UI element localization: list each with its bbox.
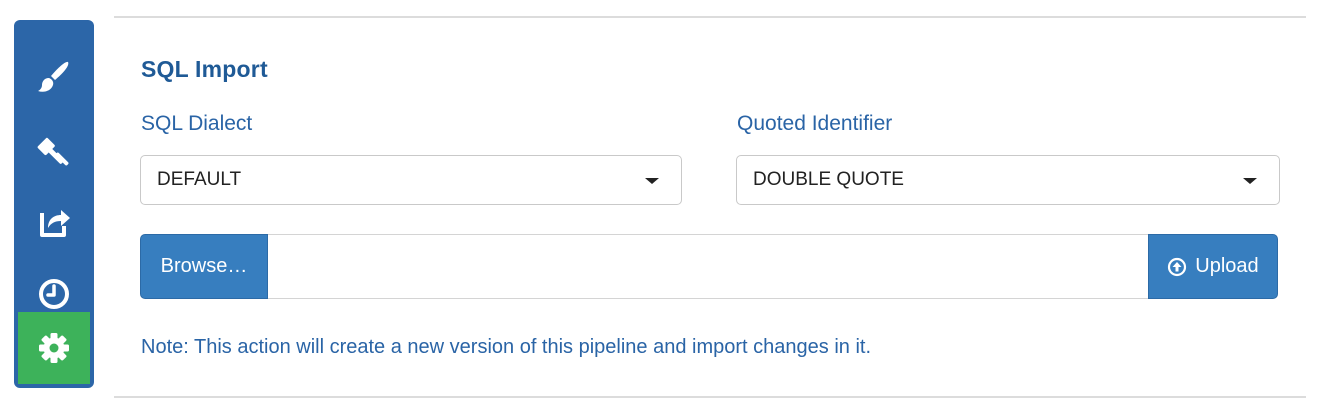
quoted-identifier-select[interactable]: DOUBLE QUOTE bbox=[736, 155, 1280, 205]
sql-dialect-select[interactable]: DEFAULT bbox=[140, 155, 682, 205]
top-divider bbox=[114, 16, 1306, 18]
quoted-identifier-value: DOUBLE QUOTE bbox=[753, 169, 904, 190]
caret-down-icon bbox=[645, 178, 659, 184]
file-upload-group: Browse… Upload bbox=[140, 234, 1278, 299]
caret-down-icon bbox=[1243, 178, 1257, 184]
arrow-circle-up-icon bbox=[1168, 257, 1187, 276]
sql-dialect-label: SQL Dialect bbox=[141, 112, 253, 135]
upload-button[interactable]: Upload bbox=[1148, 234, 1278, 299]
sql-dialect-value: DEFAULT bbox=[157, 169, 242, 190]
sidebar-item-export[interactable] bbox=[14, 186, 94, 258]
browse-button[interactable]: Browse… bbox=[140, 234, 268, 299]
quoted-identifier-label: Quoted Identifier bbox=[737, 112, 893, 135]
gear-icon bbox=[39, 333, 69, 363]
file-path-input[interactable] bbox=[268, 234, 1148, 299]
bottom-divider bbox=[114, 396, 1306, 398]
sidebar-item-style[interactable] bbox=[14, 42, 94, 114]
share-export-icon bbox=[40, 210, 70, 237]
sidebar-item-settings[interactable] bbox=[18, 312, 90, 384]
paint-brush-icon bbox=[38, 61, 69, 92]
clock-history-icon bbox=[39, 279, 69, 309]
section-title: SQL Import bbox=[141, 56, 268, 82]
upload-label: Upload bbox=[1195, 255, 1259, 277]
sidebar-item-build[interactable] bbox=[14, 114, 94, 186]
import-note: Note: This action will create a new vers… bbox=[141, 336, 872, 358]
gavel-icon bbox=[37, 137, 69, 166]
sidebar bbox=[14, 20, 94, 388]
